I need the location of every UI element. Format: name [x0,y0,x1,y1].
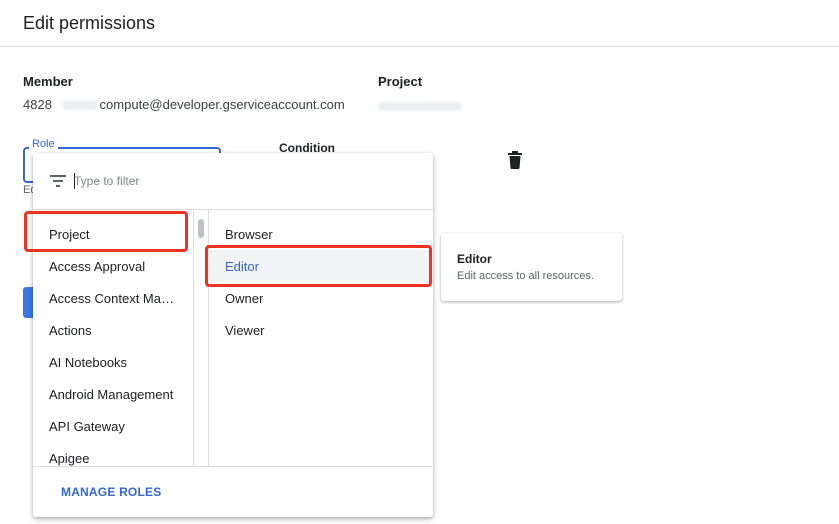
member-email-suffix: compute@developer.gserviceaccount.com [99,97,345,112]
role-field-label: Role [29,138,58,150]
scrollbar-thumb[interactable] [198,219,204,238]
filter-bar [33,153,433,210]
role-item-owner[interactable]: Owner [225,291,263,306]
role-description-text: Edit access to all resources. [457,270,594,282]
member-value: 4828 compute@developer.gserviceaccount.c… [23,97,345,112]
category-item-apigee[interactable]: Apigee [49,451,179,466]
role-description-title: Editor [457,252,492,266]
role-item-browser[interactable]: Browser [225,227,273,242]
role-item-viewer[interactable]: Viewer [225,323,265,338]
category-item-actions[interactable]: Actions [49,323,179,338]
annotation-highlight-editor [205,245,432,287]
filter-input[interactable] [74,172,374,190]
dialog-header: Edit permissions [0,0,839,47]
redacted-member-id [61,101,98,111]
category-item-ai-notebooks[interactable]: AI Notebooks [49,355,179,370]
project-label: Project [378,74,423,89]
annotation-highlight-project [24,211,188,252]
filter-icon [50,175,66,187]
redacted-project-name [378,102,462,112]
category-item-api-gateway[interactable]: API Gateway [49,419,179,434]
category-item-access-context-manager[interactable]: Access Context Man… [49,291,179,306]
page-title: Edit permissions [23,13,156,33]
category-item-android-management[interactable]: Android Management [49,387,179,402]
column-divider [193,210,194,466]
member-label: Member [23,74,73,89]
delete-icon[interactable] [507,151,523,169]
project-value [378,98,462,116]
text-cursor [74,173,75,189]
category-item-access-approval[interactable]: Access Approval [49,259,179,274]
role-dropdown: Project Access Approval Access Context M… [33,153,433,517]
category-scrollbar[interactable] [197,219,204,458]
role-description-card: Editor Edit access to all resources. [441,233,622,301]
member-id-prefix: 4828 [23,97,52,112]
manage-roles-button[interactable]: MANAGE ROLES [61,485,161,499]
dropdown-footer: MANAGE ROLES [33,466,433,517]
